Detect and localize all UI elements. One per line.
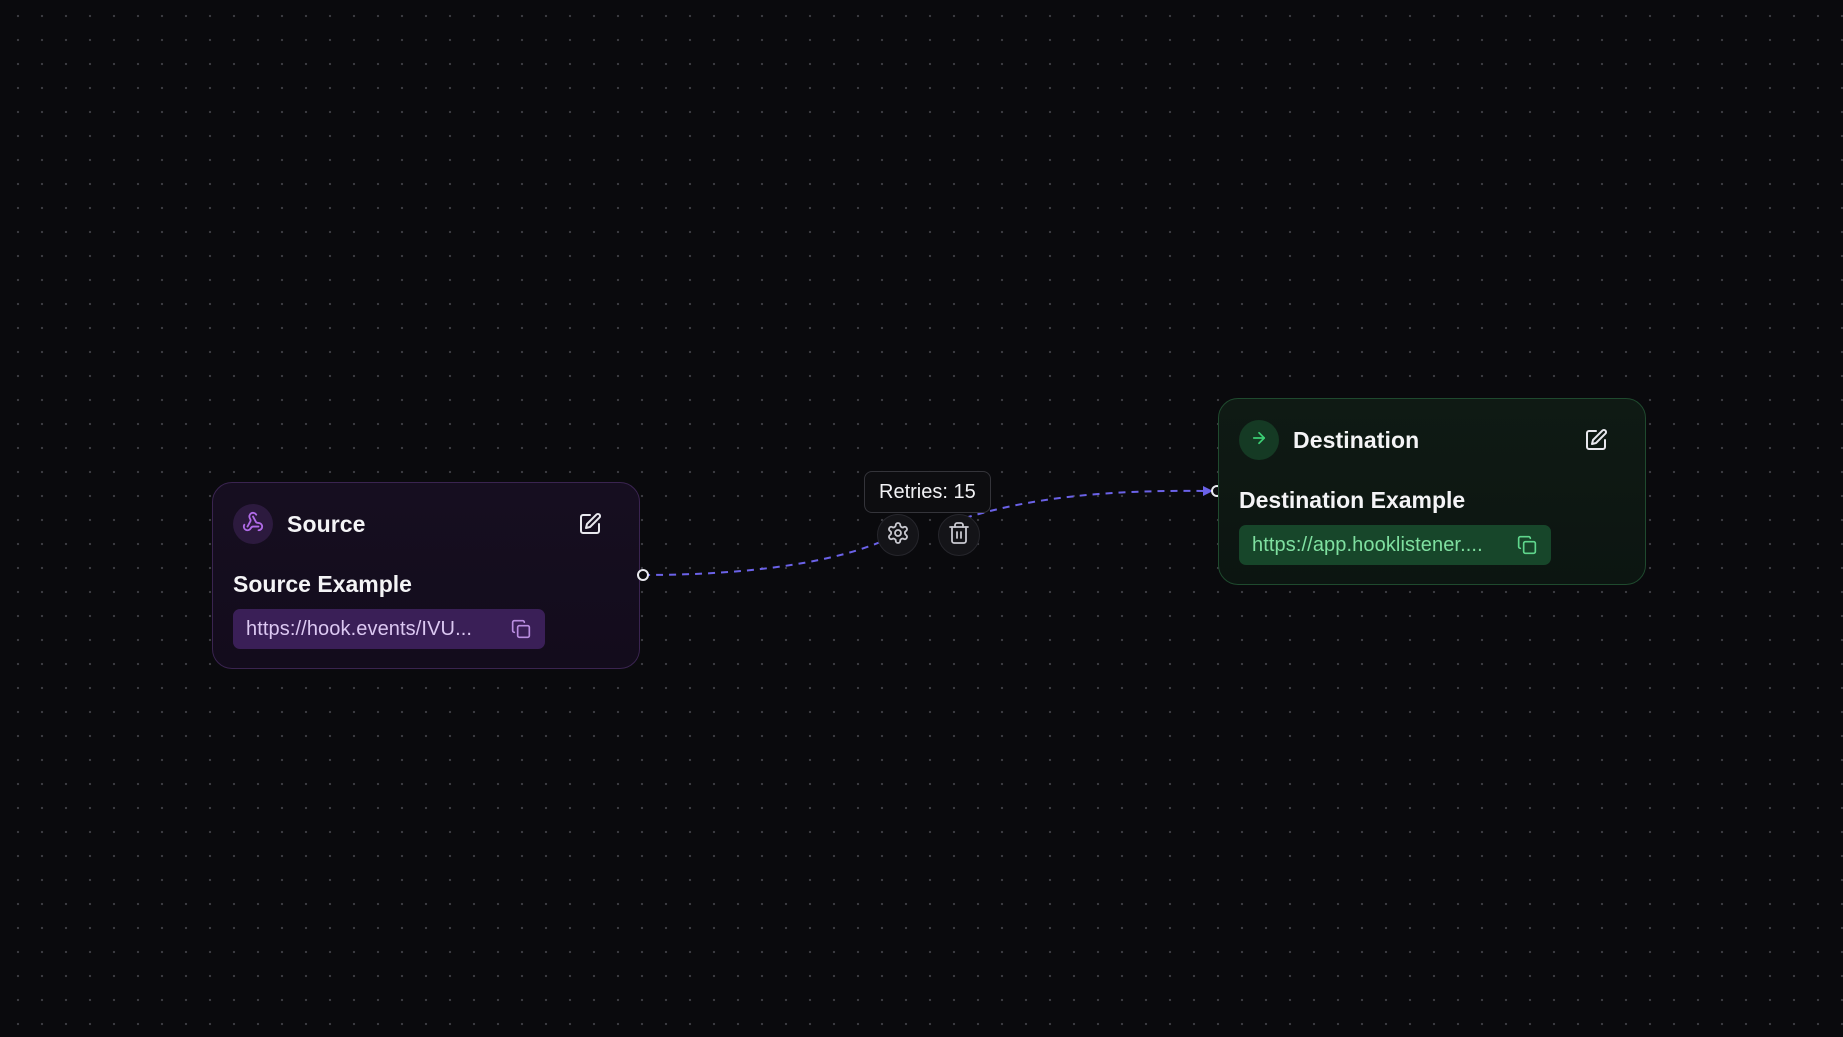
connection-delete-button[interactable] — [938, 514, 980, 556]
flow-canvas[interactable]: Source Source Example https://hook.event… — [0, 0, 1843, 1037]
connection-settings-button[interactable] — [877, 514, 919, 556]
destination-type-label: Destination — [1293, 426, 1420, 453]
source-url-pill[interactable]: https://hook.events/IVU... — [233, 609, 545, 649]
destination-icon-badge — [1239, 420, 1279, 460]
copy-icon[interactable] — [509, 617, 533, 641]
source-url: https://hook.events/IVU... — [246, 617, 473, 640]
destination-url-pill[interactable]: https://app.hooklistener.... — [1239, 525, 1551, 565]
edit-icon — [578, 512, 602, 541]
destination-edit-button[interactable] — [1581, 427, 1611, 457]
destination-node-header: Destination — [1239, 419, 1625, 461]
source-output-handle[interactable] — [637, 569, 649, 581]
gear-icon — [886, 521, 910, 550]
webhook-icon — [242, 511, 264, 538]
source-edit-button[interactable] — [575, 511, 605, 541]
destination-url: https://app.hooklistener.... — [1252, 533, 1483, 556]
arrow-right-icon — [1250, 429, 1268, 452]
source-node-header: Source — [233, 503, 619, 545]
copy-icon[interactable] — [1515, 533, 1539, 557]
trash-icon — [947, 521, 971, 550]
retries-label[interactable]: Retries: 15 — [864, 471, 991, 513]
source-name: Source Example — [233, 571, 412, 597]
source-type-label: Source — [287, 510, 366, 537]
edit-icon — [1584, 428, 1608, 457]
source-icon-badge — [233, 504, 273, 544]
destination-name: Destination Example — [1239, 487, 1466, 513]
source-node[interactable]: Source Source Example https://hook.event… — [212, 482, 640, 669]
destination-node[interactable]: Destination Destination Example https://… — [1218, 398, 1646, 585]
